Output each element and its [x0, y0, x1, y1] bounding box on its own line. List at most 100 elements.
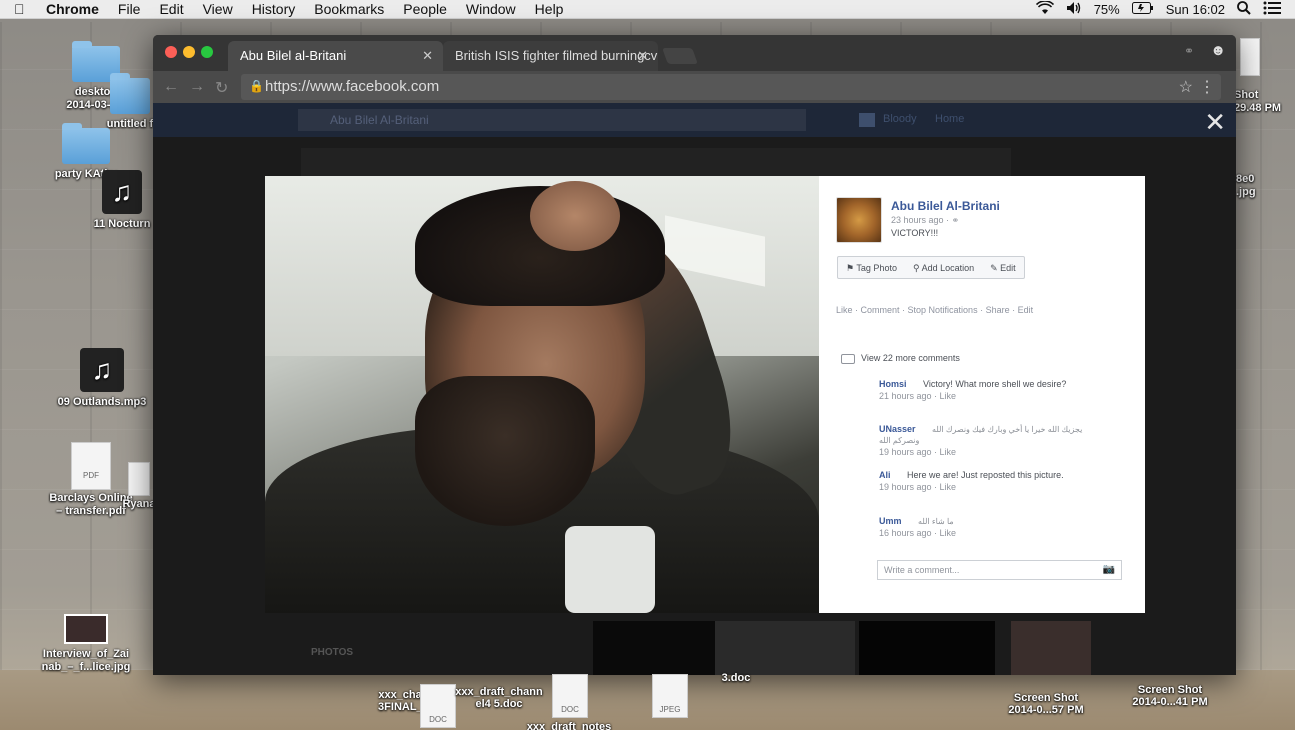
comment-author[interactable]: UNasser: [879, 424, 916, 434]
incognito-icon[interactable]: ☻: [1210, 42, 1226, 59]
desktop-folder-untitled[interactable]: untitled f: [100, 73, 160, 131]
pencil-icon: ✎: [990, 263, 998, 273]
new-tab-button[interactable]: [662, 48, 698, 64]
photo-strip-item[interactable]: [1011, 621, 1091, 675]
desktop-file-xxx-draft-channel4[interactable]: xxx_draft_chann el4 5.doc: [452, 674, 546, 710]
post-links: Like · Comment · Stop Notifications · Sh…: [836, 305, 1034, 315]
zoom-window-icon[interactable]: [201, 46, 213, 58]
edit-link[interactable]: Edit: [1018, 305, 1034, 315]
comment-text: ما شاء الله: [918, 517, 954, 526]
menu-history[interactable]: History: [252, 1, 296, 17]
comment-time[interactable]: 19 hours ago · Like: [879, 447, 1129, 457]
fb-nav-profile[interactable]: Bloody: [883, 113, 917, 125]
comment-author[interactable]: Homsi: [879, 379, 907, 389]
back-arrow-icon[interactable]: ←: [163, 78, 179, 96]
menu-people[interactable]: People: [403, 1, 447, 17]
menu-window[interactable]: Window: [466, 1, 516, 17]
author-avatar[interactable]: [836, 197, 882, 243]
chrome-menu-icon[interactable]: ⋮: [1199, 77, 1215, 97]
close-window-icon[interactable]: [165, 46, 177, 58]
wifi-icon[interactable]: [1035, 0, 1054, 18]
volume-icon[interactable]: [1066, 1, 1082, 18]
post-author-name[interactable]: Abu Bilel Al-Britani: [891, 199, 1000, 213]
photo-strip-item[interactable]: [593, 621, 715, 675]
facebook-search-input[interactable]: Abu Bilel Al-Britani: [298, 109, 806, 131]
write-comment-input[interactable]: Write a comment... 📷: [877, 560, 1122, 580]
photo-strip-item[interactable]: [859, 621, 995, 675]
tab-close-icon[interactable]: ✕: [637, 48, 648, 64]
tab-close-icon[interactable]: ✕: [422, 48, 433, 64]
browser-toolbar: ← → ↻ 🔒 https://www.facebook.com ☆ ⋮: [153, 71, 1236, 103]
add-location-button[interactable]: ⚲ Add Location: [905, 257, 982, 278]
desktop-file-xxx-draft-notes[interactable]: xxx_draft_notes: [524, 721, 614, 730]
battery-icon[interactable]: [1131, 2, 1154, 17]
photo-strip-item[interactable]: [715, 621, 855, 675]
menu-bookmarks[interactable]: Bookmarks: [314, 1, 384, 17]
stop-notifications-link[interactable]: Stop Notifications: [908, 305, 978, 315]
view-more-comments[interactable]: View 22 more comments: [841, 353, 960, 364]
jpeg-file-icon[interactable]: JPEG: [652, 674, 688, 718]
menu-help[interactable]: Help: [535, 1, 564, 17]
doc-file-icon[interactable]: DOC: [420, 684, 456, 728]
menu-view[interactable]: View: [203, 1, 233, 17]
comment-time[interactable]: 16 hours ago · Like: [879, 528, 1129, 538]
post-timestamp: 23 hours ago · ⚭: [891, 215, 960, 225]
wallpaper-ground: [0, 670, 1295, 730]
spotlight-search-icon[interactable]: [1237, 1, 1251, 18]
desktop-icon-label: 09 Outlands.mp3: [57, 396, 147, 408]
menu-file[interactable]: File: [118, 1, 141, 17]
reload-icon[interactable]: ↻: [215, 78, 228, 98]
desktop-file-3-doc[interactable]: 3.doc: [716, 672, 756, 684]
edit-button[interactable]: ✎ Edit: [982, 257, 1024, 278]
tag-photo-button[interactable]: ⚑ Tag Photo: [838, 257, 905, 278]
like-link[interactable]: Like: [836, 305, 853, 315]
fb-nav-home[interactable]: Home: [935, 113, 964, 125]
user-profile-icon[interactable]: ⚭: [1184, 44, 1194, 58]
comment-author[interactable]: Umm: [879, 516, 902, 526]
tab-british-isis[interactable]: British ISIS fighter filmed burningcv ✕: [443, 41, 658, 71]
desktop-label-shot[interactable]: Shot 29.48 PM: [1234, 89, 1294, 115]
profile-thumb-icon[interactable]: [859, 113, 875, 127]
folder-icon: [110, 73, 150, 114]
comment-item: UNasser يجزيك الله خيرا يا أخي وبارك فيك…: [879, 424, 1129, 457]
comment-time[interactable]: 21 hours ago · Like: [879, 391, 1129, 401]
comment-item: Ali Here we are! Just reposted this pict…: [879, 470, 1129, 492]
address-bar[interactable]: 🔒 https://www.facebook.com ☆ ⋮: [241, 74, 1221, 100]
apple-icon[interactable]: : [14, 1, 30, 17]
url-text: https://www.facebook.com: [265, 78, 440, 95]
photo-actions-group: ⚑ Tag Photo ⚲ Add Location ✎ Edit: [837, 256, 1025, 279]
menu-bar-status: 75% Sun 16:02: [1035, 0, 1281, 19]
desktop-label-8e0[interactable]: 8e0 .jpg: [1236, 173, 1276, 199]
comment-author[interactable]: Ali: [879, 470, 891, 480]
post-photo[interactable]: [265, 176, 819, 613]
desktop-icon-label: Ryana: [122, 498, 156, 510]
forward-arrow-icon[interactable]: →: [189, 78, 205, 96]
close-photo-viewer-icon[interactable]: ✕: [1204, 107, 1226, 138]
share-link[interactable]: Share: [986, 305, 1010, 315]
comment-text: Victory! What more shell we desire?: [923, 379, 1067, 389]
desktop-icon-label: Interview_of_Zai nab_–_f...lice.jpg: [41, 648, 131, 673]
notification-center-icon[interactable]: [1263, 1, 1281, 18]
desktop-file-screenshot-right-top[interactable]: [1238, 38, 1262, 78]
desktop-file-09-outlands[interactable]: ♫ 09 Outlands.mp3: [52, 348, 152, 409]
desktop-file-interview-jpg[interactable]: Interview_of_Zai nab_–_f...lice.jpg: [36, 614, 136, 674]
comment-link[interactable]: Comment: [861, 305, 900, 315]
menu-edit[interactable]: Edit: [159, 1, 183, 17]
desktop-file-11-nocturn[interactable]: ♫ 11 Nocturn: [90, 170, 154, 231]
facebook-page: f Abu Bilel Al-Britani Bloody Home ✕ PHO…: [153, 103, 1236, 675]
tab-abu-bilel[interactable]: Abu Bilel al-Britani ✕: [228, 41, 443, 71]
desktop-icon-label: Barclays Online – transfer.pdf: [49, 492, 133, 517]
minimize-window-icon[interactable]: [183, 46, 195, 58]
music-note-icon: ♫: [102, 170, 142, 214]
comment-time[interactable]: 19 hours ago · Like: [879, 482, 1129, 492]
desktop-file-screenshot-41pm[interactable]: Screen Shot 2014-0...41 PM: [1122, 672, 1218, 708]
bookmark-star-icon[interactable]: ☆: [1179, 77, 1193, 97]
tab-title: British ISIS fighter filmed burningcv: [455, 48, 658, 63]
doc-file-icon[interactable]: DOC: [552, 674, 588, 718]
clock[interactable]: Sun 16:02: [1166, 2, 1225, 17]
comment-item: Homsi Victory! What more shell we desire…: [879, 379, 1129, 401]
desktop-file-screenshot-57pm[interactable]: Screen Shot 2014-0...57 PM: [998, 680, 1094, 716]
menu-app-chrome[interactable]: Chrome: [46, 1, 99, 17]
camera-icon[interactable]: 📷: [1103, 564, 1115, 575]
desktop-file-ryana[interactable]: Ryana: [122, 462, 156, 511]
